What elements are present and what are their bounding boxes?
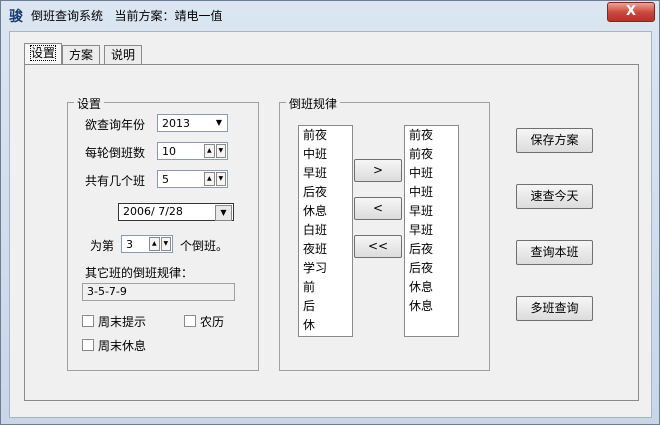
tab-settings[interactable]: 设置 bbox=[24, 43, 63, 64]
weekend-off-checkbox[interactable]: 周末休息 bbox=[82, 337, 146, 354]
rotation-value: 10 bbox=[162, 145, 176, 158]
settings-group-label: 设置 bbox=[74, 95, 105, 112]
list-item[interactable]: 休 bbox=[299, 316, 352, 335]
list-item[interactable]: 前夜 bbox=[299, 126, 352, 145]
shift-rules-group-label: 倒班规律 bbox=[286, 95, 341, 112]
window-title: 倒班查询系统 当前方案：靖电一值 bbox=[31, 7, 223, 24]
year-label: 欲查询年份 bbox=[85, 118, 146, 132]
spin-down-icon[interactable]: ▼ bbox=[215, 172, 226, 186]
list-item[interactable]: 后 bbox=[299, 297, 352, 316]
list-item[interactable]: 前 bbox=[299, 278, 352, 297]
list-item[interactable]: 休息 bbox=[405, 297, 458, 316]
title-bar[interactable]: 骏 倒班查询系统 当前方案：靖电一值 X bbox=[1, 1, 659, 29]
list-item[interactable]: 后夜 bbox=[405, 240, 458, 259]
rotation-label: 每轮倒班数 bbox=[85, 146, 146, 160]
selected-rule-list[interactable]: 前夜 前夜 中班 中班 早班 早班 后夜 后夜 休息 休息 bbox=[404, 125, 459, 337]
app-logo-icon: 骏 bbox=[9, 9, 23, 25]
clear-shifts-button[interactable]: << bbox=[354, 235, 402, 258]
list-item[interactable]: 早班 bbox=[405, 202, 458, 221]
rotation-stepper[interactable]: 10 ▲ ▼ bbox=[157, 142, 228, 160]
query-today-button[interactable]: 速查今天 bbox=[516, 184, 593, 209]
list-item[interactable]: 白班 bbox=[299, 221, 352, 240]
close-icon: X bbox=[625, 4, 637, 19]
add-shift-button[interactable]: > bbox=[354, 159, 402, 182]
list-item[interactable]: 夜班 bbox=[299, 240, 352, 259]
shift-rules-group: 倒班规律 前夜 中班 早班 后夜 休息 白班 夜班 学习前后休 > < << 前夜 前夜 中班 中班… bbox=[279, 95, 490, 371]
tab-plan[interactable]: 方案 bbox=[62, 45, 101, 64]
shifts-label: 共有几个班 bbox=[85, 174, 146, 188]
list-item[interactable]: 早班 bbox=[299, 164, 352, 183]
other-rule-label: 其它班的倒班规律： bbox=[85, 266, 194, 280]
spin-down-icon[interactable]: ▼ bbox=[160, 237, 171, 251]
chevron-down-icon[interactable]: ▼ bbox=[212, 116, 226, 130]
list-item[interactable]: 早班 bbox=[405, 221, 458, 240]
list-item[interactable]: 中班 bbox=[405, 183, 458, 202]
calendar-dropdown-icon[interactable]: ▼ bbox=[215, 205, 232, 221]
list-item[interactable]: 中班 bbox=[299, 145, 352, 164]
save-plan-button[interactable]: 保存方案 bbox=[516, 128, 593, 153]
list-item[interactable]: 前夜 bbox=[405, 126, 458, 145]
other-rule-value: 3-5-7-9 bbox=[87, 285, 127, 298]
weekend-remind-checkbox[interactable]: 周末提示 bbox=[82, 313, 146, 330]
list-item[interactable]: 休息 bbox=[299, 202, 352, 221]
remove-shift-button[interactable]: < bbox=[354, 197, 402, 220]
which-suffix: 个倒班。 bbox=[180, 239, 229, 253]
client-area: 设置 方案 说明 设置 欲查询年份 2013 ▼ 每轮倒班数 10 ▲ ▼ 共有几… bbox=[9, 31, 652, 418]
app-window: 骏 倒班查询系统 当前方案：靖电一值 X 设置 方案 说明 设置 欲查询年份 2… bbox=[0, 0, 660, 425]
app-name: 倒班查询系统 bbox=[31, 9, 104, 23]
spin-down-icon[interactable]: ▼ bbox=[215, 144, 226, 158]
list-item[interactable]: 学习 bbox=[299, 259, 352, 278]
year-value: 2013 bbox=[162, 117, 190, 130]
list-item[interactable]: 前夜 bbox=[405, 145, 458, 164]
list-item[interactable]: 后夜 bbox=[405, 259, 458, 278]
available-shifts-list[interactable]: 前夜 中班 早班 后夜 休息 白班 夜班 学习前后休 bbox=[298, 125, 353, 337]
spin-up-icon[interactable]: ▲ bbox=[204, 172, 215, 186]
current-plan-name: 靖电一值 bbox=[174, 9, 223, 23]
which-prefix: 为第 bbox=[90, 239, 115, 253]
shifts-value: 5 bbox=[162, 173, 169, 186]
multi-shift-query-button[interactable]: 多班查询 bbox=[516, 296, 593, 321]
query-this-shift-button[interactable]: 查询本班 bbox=[516, 240, 593, 265]
date-value: 2006/ 7/28 bbox=[123, 205, 183, 218]
other-rule-field: 3-5-7-9 bbox=[82, 283, 235, 301]
close-button[interactable]: X bbox=[607, 2, 655, 22]
which-value: 3 bbox=[126, 238, 133, 251]
tab-help[interactable]: 说明 bbox=[104, 45, 143, 64]
spin-up-icon[interactable]: ▲ bbox=[149, 237, 160, 251]
which-shift-stepper[interactable]: 3 ▲ ▼ bbox=[121, 235, 173, 253]
plan-prefix: 当前方案： bbox=[114, 9, 175, 23]
lunar-checkbox[interactable]: 农历 bbox=[184, 313, 224, 330]
list-item[interactable]: 中班 bbox=[405, 164, 458, 183]
date-picker[interactable]: 2006/ 7/28 ▼ bbox=[118, 203, 234, 221]
settings-group: 设置 欲查询年份 2013 ▼ 每轮倒班数 10 ▲▼ 共有几个班 5 ▲▼ bbox=[67, 95, 259, 371]
spin-up-icon[interactable]: ▲ bbox=[204, 144, 215, 158]
shifts-stepper[interactable]: 5 ▲ ▼ bbox=[157, 170, 228, 188]
list-item[interactable]: 休息 bbox=[405, 278, 458, 297]
settings-tab-panel: 设置 欲查询年份 2013 ▼ 每轮倒班数 10 ▲▼ 共有几个班 5 ▲▼ bbox=[24, 64, 639, 401]
year-dropdown[interactable]: 2013 ▼ bbox=[157, 114, 228, 132]
list-item[interactable]: 后夜 bbox=[299, 183, 352, 202]
